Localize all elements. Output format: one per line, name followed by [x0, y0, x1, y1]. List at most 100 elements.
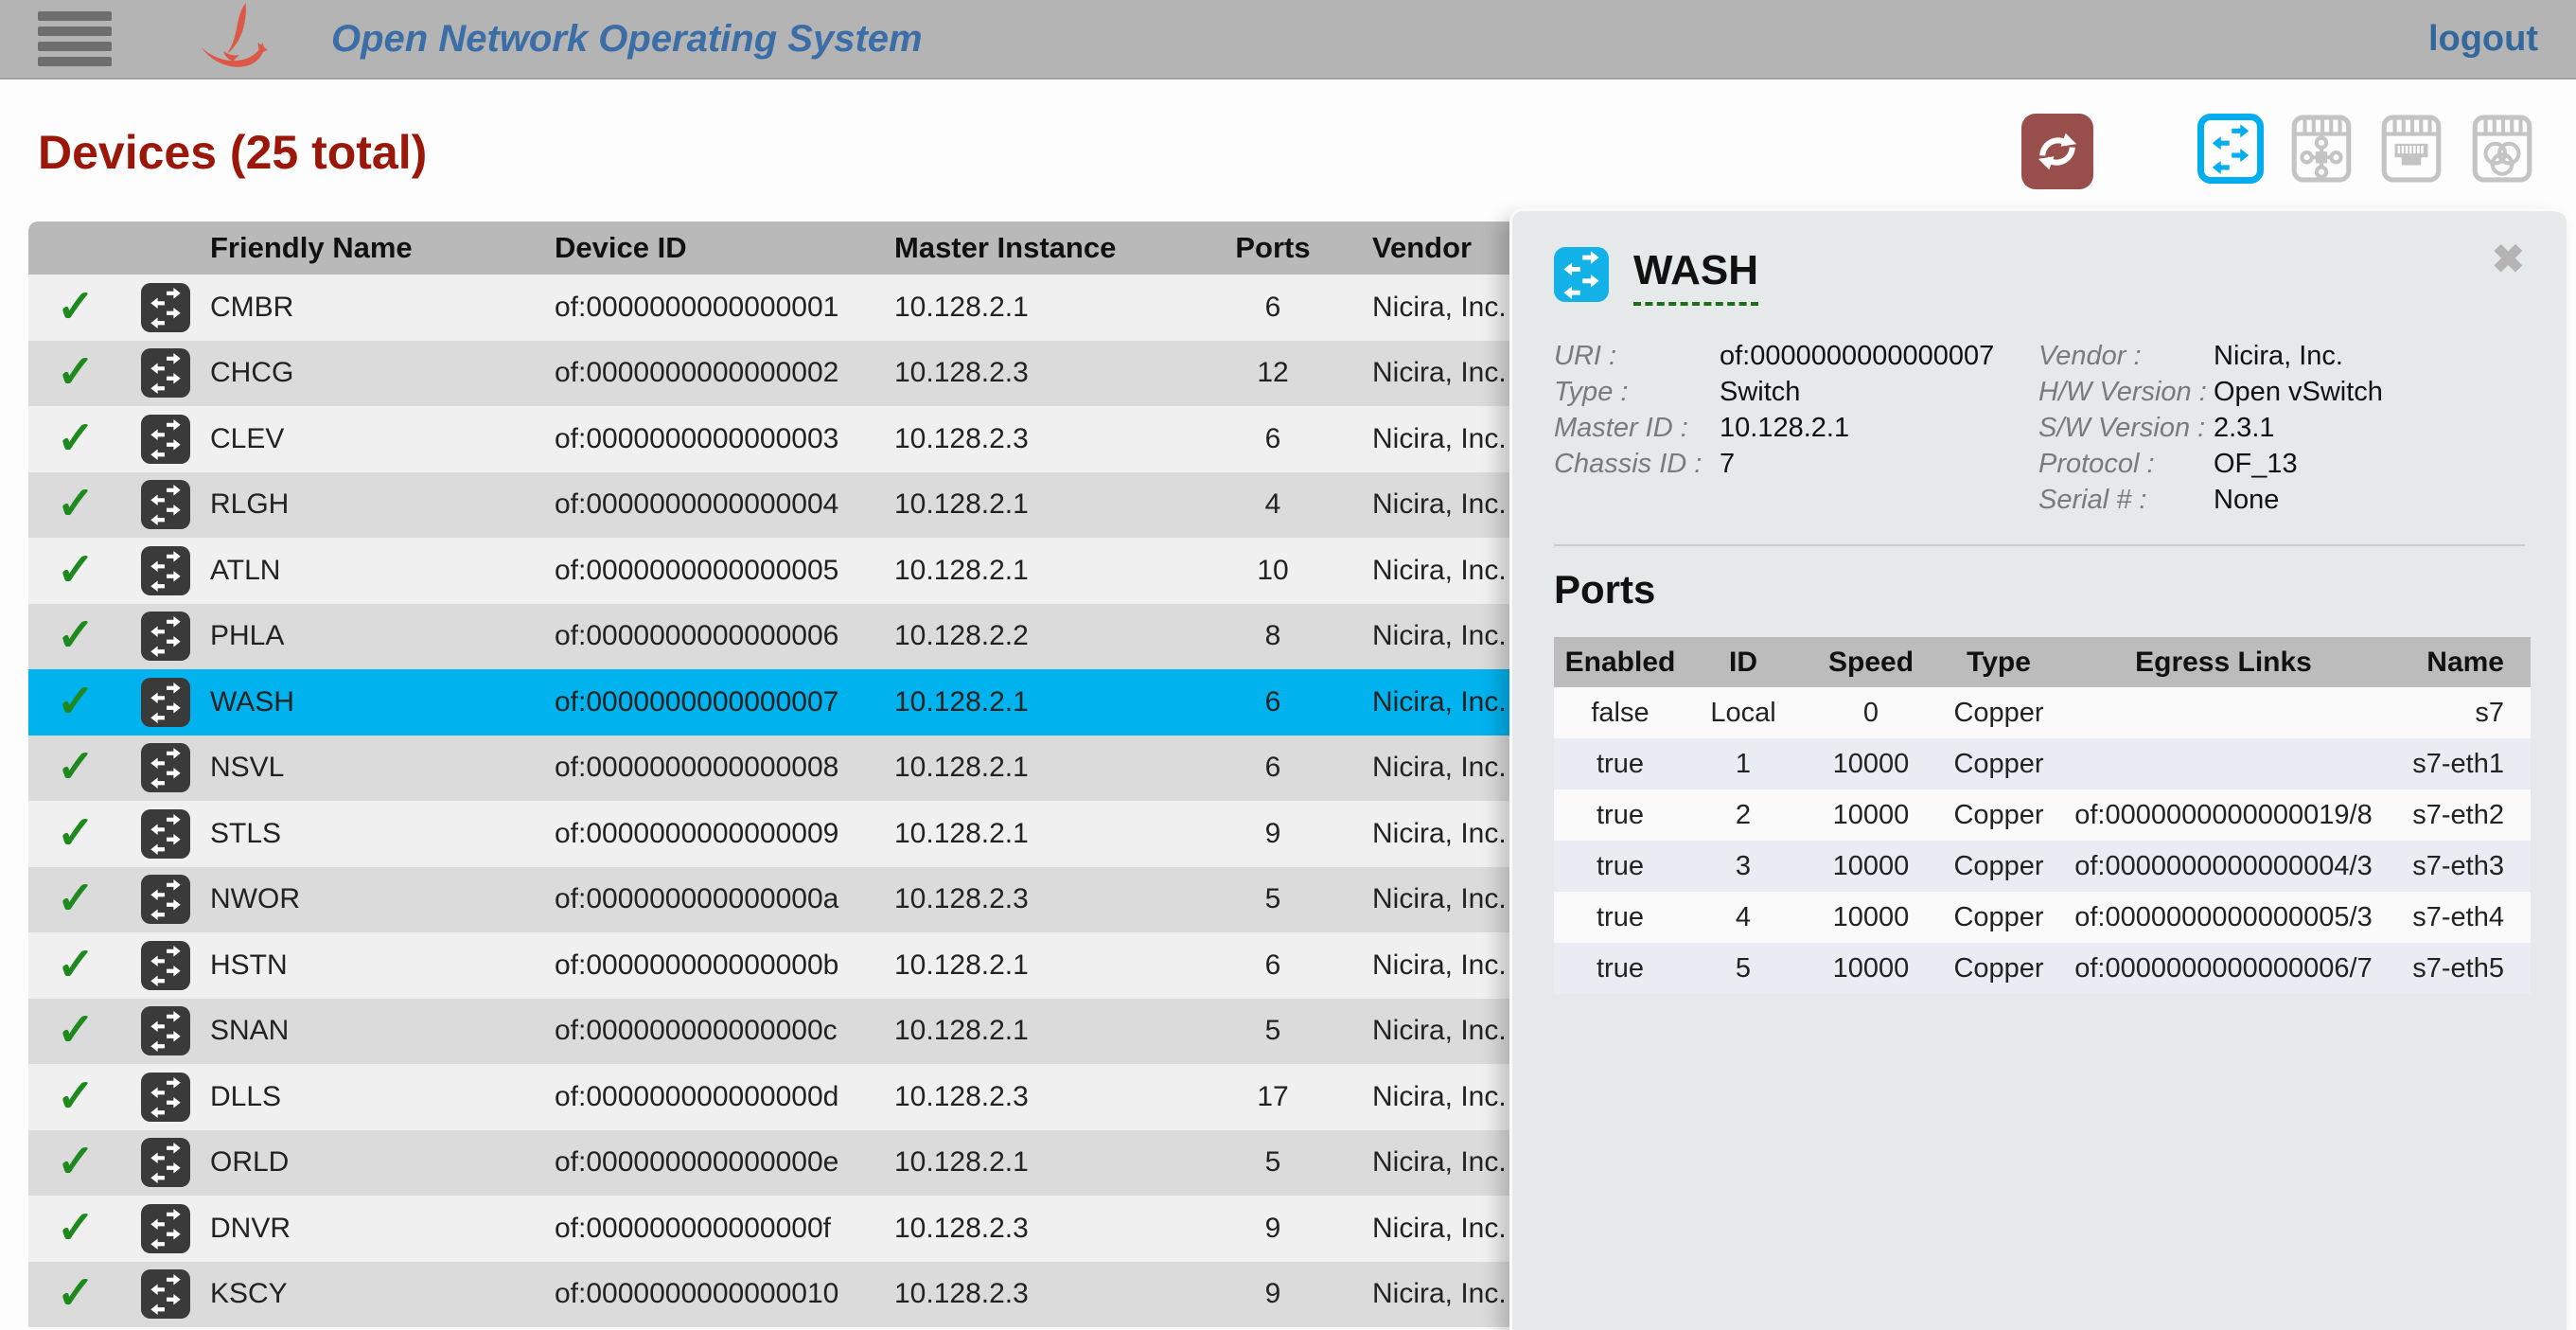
device-ports: 10 — [1216, 538, 1330, 604]
logout-link[interactable]: logout — [2428, 19, 2538, 60]
device-ports: 5 — [1216, 999, 1330, 1065]
switch-icon — [141, 809, 190, 859]
port-id: 4 — [1686, 892, 1800, 943]
devices-view-button[interactable] — [2197, 114, 2264, 184]
device-id: of:0000000000000002 — [552, 341, 892, 407]
switch-icon — [141, 875, 190, 924]
close-icon[interactable]: ✖ — [2492, 239, 2525, 279]
switch-icon — [141, 678, 190, 727]
property-label: Serial # : — [2038, 482, 2214, 518]
port-enabled: false — [1554, 687, 1686, 738]
device-friendly-name: CMBR — [208, 275, 552, 341]
port-name: s7-eth2 — [2391, 789, 2531, 841]
column-header-ports[interactable]: Ports — [1216, 222, 1330, 275]
device-master-instance: 10.128.2.3 — [892, 341, 1216, 407]
ports-column-enabled: Enabled — [1554, 637, 1686, 687]
column-header-status[interactable] — [28, 222, 123, 275]
device-master-instance: 10.128.2.1 — [892, 801, 1216, 867]
device-master-instance: 10.128.2.3 — [892, 406, 1216, 472]
column-header-friendly-name[interactable]: Friendly Name — [208, 222, 552, 275]
port-enabled: true — [1554, 738, 1686, 789]
property-label: Type : — [1554, 374, 1720, 410]
property-row: Chassis ID :7 — [1554, 446, 2038, 482]
device-status-ok-icon: ✓ — [57, 943, 95, 988]
device-type-cell — [123, 669, 208, 736]
device-master-instance: 10.128.2.1 — [892, 1130, 1216, 1197]
port-row: true310000Copperof:0000000000000004/3s7-… — [1554, 841, 2531, 892]
property-label: Protocol : — [2038, 446, 2214, 482]
device-friendly-name: SNAN — [208, 999, 552, 1065]
device-id: of:0000000000000006 — [552, 604, 892, 670]
device-status-ok-icon: ✓ — [57, 745, 95, 790]
device-type-cell — [123, 1064, 208, 1130]
device-type-cell — [123, 406, 208, 472]
property-value: 7 — [1720, 446, 1735, 482]
flows-view-button[interactable] — [2288, 114, 2355, 184]
device-status-cell: ✓ — [28, 999, 123, 1065]
port-enabled: true — [1554, 943, 1686, 994]
switch-icon — [141, 941, 190, 990]
port-speed: 10000 — [1800, 789, 1942, 841]
flows-view-icon — [2288, 114, 2355, 184]
property-value: Nicira, Inc. — [2214, 338, 2343, 374]
port-type: Copper — [1942, 687, 2056, 738]
device-friendly-name: PHLA — [208, 604, 552, 670]
port-id: 2 — [1686, 789, 1800, 841]
device-name-editable[interactable]: WASH — [1633, 247, 1758, 306]
device-id: of:0000000000000005 — [552, 538, 892, 604]
column-header-master-instance[interactable]: Master Instance — [892, 222, 1216, 275]
device-friendly-name: NSVL — [208, 736, 552, 802]
menu-icon[interactable] — [38, 11, 112, 66]
column-header-type[interactable] — [123, 222, 208, 275]
column-header-device-id[interactable]: Device ID — [552, 222, 892, 275]
device-status-ok-icon: ✓ — [57, 1140, 95, 1185]
device-friendly-name: ORLD — [208, 1130, 552, 1197]
port-id: Local — [1686, 687, 1800, 738]
device-status-cell: ✓ — [28, 1130, 123, 1197]
switch-icon — [141, 415, 190, 464]
property-label: Vendor : — [2038, 338, 2214, 374]
device-master-instance: 10.128.2.3 — [892, 1196, 1216, 1262]
property-label: URI : — [1554, 338, 1720, 374]
device-type-cell — [123, 801, 208, 867]
device-status-cell: ✓ — [28, 736, 123, 802]
device-id: of:000000000000000a — [552, 867, 892, 933]
device-id: of:000000000000000d — [552, 1064, 892, 1130]
device-status-ok-icon: ✓ — [57, 1008, 95, 1054]
device-id: of:0000000000000001 — [552, 275, 892, 341]
port-egress-link: of:0000000000000004/3 — [2056, 841, 2391, 892]
device-friendly-name: NWOR — [208, 867, 552, 933]
device-friendly-name: CLEV — [208, 406, 552, 472]
switch-view-icon — [2210, 123, 2251, 174]
property-label: Chassis ID : — [1554, 446, 1720, 482]
port-name: s7-eth5 — [2391, 943, 2531, 994]
device-type-cell — [123, 1262, 208, 1328]
switch-icon — [141, 1204, 190, 1253]
device-id: of:0000000000000003 — [552, 406, 892, 472]
device-friendly-name: DNVR — [208, 1196, 552, 1262]
groups-view-button[interactable] — [2469, 114, 2535, 184]
device-friendly-name: CHCG — [208, 341, 552, 407]
property-label: H/W Version : — [2038, 374, 2214, 410]
device-ports: 5 — [1216, 867, 1330, 933]
refresh-button[interactable] — [2021, 114, 2093, 189]
device-ports: 6 — [1216, 669, 1330, 736]
device-type-cell — [123, 341, 208, 407]
port-name: s7-eth1 — [2391, 738, 2531, 789]
switch-icon — [141, 743, 190, 792]
property-label: Master ID : — [1554, 410, 1720, 446]
switch-icon — [141, 546, 190, 595]
device-ports: 6 — [1216, 275, 1330, 341]
switch-icon — [141, 612, 190, 661]
port-type: Copper — [1942, 841, 2056, 892]
device-status-ok-icon: ✓ — [57, 613, 95, 659]
property-label: S/W Version : — [2038, 410, 2214, 446]
device-id: of:000000000000000b — [552, 932, 892, 999]
device-master-instance: 10.128.2.3 — [892, 1262, 1216, 1328]
divider — [1554, 544, 2525, 546]
device-master-instance: 10.128.2.3 — [892, 867, 1216, 933]
device-ports: 5 — [1216, 1130, 1330, 1197]
device-status-cell: ✓ — [28, 867, 123, 933]
device-status-ok-icon: ✓ — [57, 482, 95, 527]
ports-view-button[interactable] — [2378, 114, 2444, 184]
